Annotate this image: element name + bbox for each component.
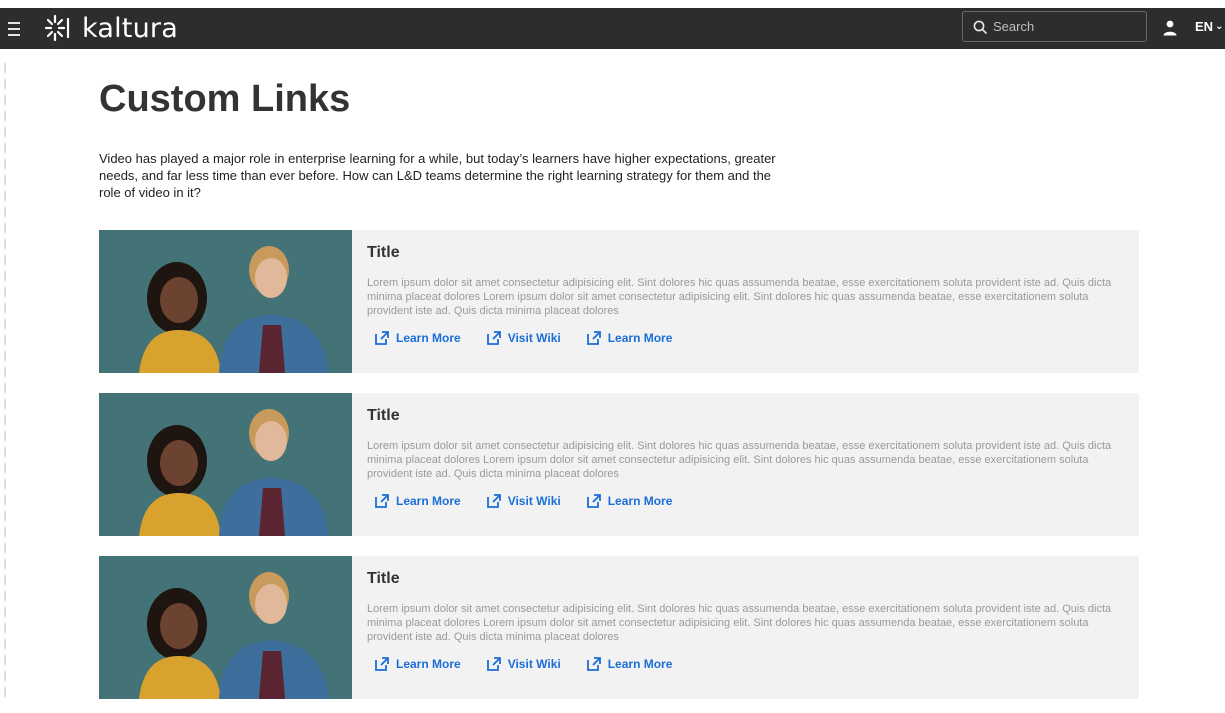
search-box[interactable] — [962, 11, 1147, 42]
card-description: Lorem ipsum dolor sit amet consectetur a… — [367, 277, 1112, 317]
page-title: Custom Links — [99, 78, 351, 120]
card-body: Title Lorem ipsum dolor sit amet consect… — [352, 393, 1127, 536]
logo-text: kaltura — [82, 12, 178, 44]
visit-wiki-link[interactable]: Visit Wiki — [486, 494, 561, 508]
link-label: Visit Wiki — [507, 657, 561, 671]
language-label: EN — [1195, 19, 1214, 34]
kaltura-logo-icon — [44, 14, 70, 42]
people-photo-image — [99, 556, 352, 699]
card-links: Learn More Visit Wiki Learn More — [367, 494, 1127, 508]
top-navigation-bar: kaltura EN ⌄ — [0, 8, 1225, 49]
external-link-icon — [486, 331, 501, 345]
custom-link-card: Title Lorem ipsum dolor sit amet consect… — [99, 230, 1139, 373]
external-link-icon — [375, 331, 389, 345]
user-icon[interactable] — [1163, 20, 1177, 36]
link-label: Learn More — [396, 494, 461, 508]
link-label: Visit Wiki — [507, 494, 561, 508]
custom-link-card: Title Lorem ipsum dolor sit amet consect… — [99, 556, 1139, 699]
chevron-down-icon: ⌄ — [1215, 21, 1224, 32]
external-link-icon — [586, 494, 601, 508]
card-title: Title — [367, 407, 400, 424]
visit-wiki-link[interactable]: Visit Wiki — [486, 331, 561, 345]
hamburger-icon[interactable] — [8, 17, 24, 39]
external-link-icon — [375, 657, 389, 671]
page-intro: Video has played a major role in enterpr… — [99, 151, 776, 200]
link-label: Learn More — [607, 657, 673, 671]
card-links: Learn More Visit Wiki Learn More — [367, 331, 1127, 345]
card-description: Lorem ipsum dolor sit amet consectetur a… — [367, 440, 1112, 480]
people-photo-image — [99, 393, 352, 536]
learn-more-link[interactable]: Learn More — [375, 494, 461, 508]
card-title: Title — [367, 244, 400, 261]
search-icon — [973, 20, 987, 34]
link-label: Learn More — [607, 494, 673, 508]
learn-more-link[interactable]: Learn More — [586, 494, 673, 508]
custom-link-card: Title Lorem ipsum dolor sit amet consect… — [99, 393, 1139, 536]
learn-more-link[interactable]: Learn More — [375, 331, 461, 345]
kaltura-logo[interactable]: kaltura — [44, 12, 178, 44]
link-label: Learn More — [396, 657, 461, 671]
link-label: Visit Wiki — [507, 331, 561, 345]
external-link-icon — [375, 494, 389, 508]
link-label: Learn More — [396, 331, 461, 345]
card-body: Title Lorem ipsum dolor sit amet consect… — [352, 230, 1127, 373]
learn-more-link[interactable]: Learn More — [375, 657, 461, 671]
link-label: Learn More — [607, 331, 673, 345]
learn-more-link[interactable]: Learn More — [586, 657, 673, 671]
card-description: Lorem ipsum dolor sit amet consectetur a… — [367, 603, 1112, 643]
learn-more-link[interactable]: Learn More — [586, 331, 673, 345]
card-thumbnail — [99, 393, 352, 536]
card-links: Learn More Visit Wiki Learn More — [367, 657, 1127, 671]
people-photo-image — [99, 230, 352, 373]
search-input[interactable] — [993, 19, 1143, 34]
external-link-icon — [586, 331, 601, 345]
external-link-icon — [486, 657, 501, 671]
card-body: Title Lorem ipsum dolor sit amet consect… — [352, 556, 1127, 699]
card-title: Title — [367, 570, 400, 587]
external-link-icon — [486, 494, 501, 508]
visit-wiki-link[interactable]: Visit Wiki — [486, 657, 561, 671]
external-link-icon — [586, 657, 601, 671]
card-thumbnail — [99, 556, 352, 699]
card-thumbnail — [99, 230, 352, 373]
left-edge-decoration — [4, 60, 6, 700]
language-selector[interactable]: EN ⌄ — [1195, 19, 1223, 34]
